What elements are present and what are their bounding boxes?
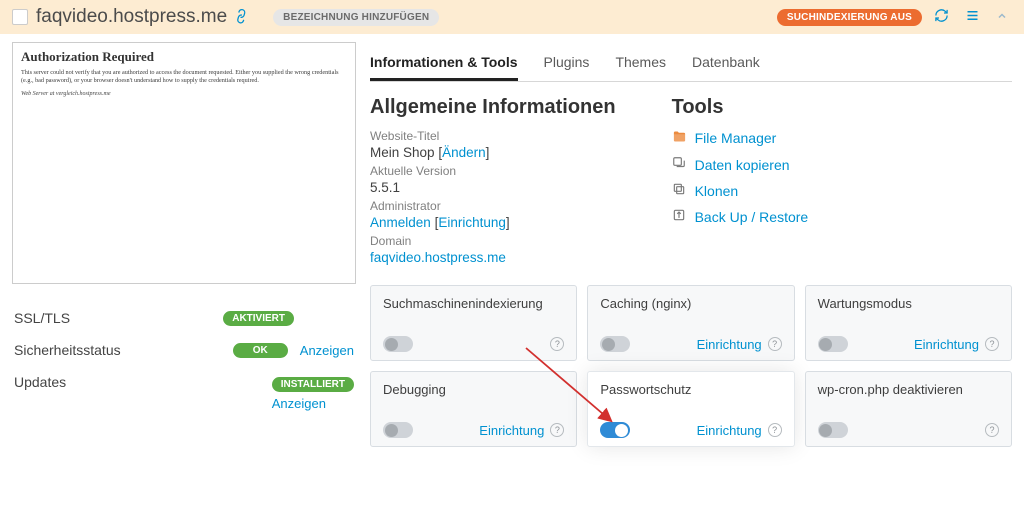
tile-toggle[interactable] — [818, 422, 848, 438]
site-domain-title: faqvideo.hostpress.me — [36, 6, 227, 28]
status-pill-ok: OK — [233, 343, 288, 358]
help-icon[interactable]: ? — [550, 337, 564, 351]
status-label: SSL/TLS — [14, 310, 223, 326]
help-icon[interactable]: ? — [768, 337, 782, 351]
tile-debugging: Debugging Einrichtung ? — [370, 371, 577, 447]
tile-title: wp-cron.php deaktivieren — [818, 382, 999, 397]
page-header: faqvideo.hostpress.me BEZEICHNUNG HINZUF… — [0, 0, 1024, 34]
clone-icon — [672, 182, 687, 199]
section-heading: Tools — [672, 96, 809, 119]
status-list: SSL/TLS AKTIVIERT Sicherheitsstatus OK A… — [12, 302, 356, 419]
tab-database[interactable]: Datenbank — [692, 46, 760, 81]
help-icon[interactable]: ? — [985, 337, 999, 351]
meta-value-domain: faqvideo.hostpress.me — [370, 250, 616, 265]
meta-value-admin: Anmelden [Einrichtung] — [370, 215, 616, 230]
tile-seo-indexing: Suchmaschinenindexierung ? — [370, 285, 577, 361]
tile-setup-link[interactable]: Einrichtung — [914, 337, 979, 352]
admin-login-link[interactable]: Anmelden — [370, 215, 431, 230]
preview-title: Authorization Required — [21, 49, 347, 65]
meta-label: Domain — [370, 234, 616, 248]
tile-title: Passwortschutz — [600, 382, 781, 397]
tool-copy-data[interactable]: Daten kopieren — [672, 156, 809, 173]
tile-title: Debugging — [383, 382, 564, 397]
open-site-icon[interactable] — [232, 6, 253, 28]
tile-setup-link[interactable]: Einrichtung — [697, 337, 762, 352]
change-title-link[interactable]: Ändern — [442, 145, 486, 160]
status-row-updates: Updates INSTALLIERT Anzeigen — [12, 366, 356, 419]
status-pill-active: AKTIVIERT — [223, 311, 294, 326]
refresh-icon[interactable] — [930, 8, 953, 26]
meta-value-site-title: Mein Shop [Ändern] — [370, 145, 616, 160]
tab-plugins[interactable]: Plugins — [544, 46, 590, 81]
tile-setup-link[interactable]: Einrichtung — [697, 423, 762, 438]
domain-link[interactable]: faqvideo.hostpress.me — [370, 250, 506, 265]
tile-wp-cron: wp-cron.php deaktivieren ? — [805, 371, 1012, 447]
tool-clone[interactable]: Klonen — [672, 182, 809, 199]
status-pill-installed: INSTALLIERT — [272, 377, 354, 392]
meta-label: Website-Titel — [370, 129, 616, 143]
add-label-button[interactable]: BEZEICHNUNG HINZUFÜGEN — [273, 9, 439, 26]
detail-tabs: Informationen & Tools Plugins Themes Dat… — [370, 42, 1012, 82]
status-view-link[interactable]: Anzeigen — [272, 396, 326, 411]
indexing-off-badge: SUCHINDEXIERUNG AUS — [777, 9, 922, 26]
tab-themes[interactable]: Themes — [615, 46, 666, 81]
tile-toggle[interactable] — [383, 336, 413, 352]
tile-title: Wartungsmodus — [818, 296, 999, 311]
preview-server-line: Web Server at vergleich.hostpress.me — [21, 91, 347, 97]
collapse-icon[interactable] — [992, 10, 1012, 25]
help-icon[interactable]: ? — [550, 423, 564, 437]
status-label: Sicherheitsstatus — [14, 342, 233, 358]
tile-toggle[interactable] — [383, 422, 413, 438]
tab-info-tools[interactable]: Informationen & Tools — [370, 46, 518, 81]
tile-maintenance: Wartungsmodus Einrichtung ? — [805, 285, 1012, 361]
site-preview-frame: Authorization Required This server could… — [12, 42, 356, 284]
status-row-ssl: SSL/TLS AKTIVIERT — [12, 302, 356, 334]
general-info-section: Allgemeine Informationen Website-Titel M… — [370, 96, 616, 269]
select-checkbox[interactable] — [12, 9, 28, 25]
help-icon[interactable]: ? — [768, 423, 782, 437]
help-icon[interactable]: ? — [985, 423, 999, 437]
copy-icon — [672, 156, 687, 173]
tile-toggle[interactable] — [600, 336, 630, 352]
preview-body: This server could not verify that you ar… — [21, 69, 347, 85]
section-heading: Allgemeine Informationen — [370, 96, 616, 119]
tile-setup-link[interactable]: Einrichtung — [479, 423, 544, 438]
tile-toggle[interactable] — [818, 336, 848, 352]
meta-label: Aktuelle Version — [370, 164, 616, 178]
tile-caching: Caching (nginx) Einrichtung ? — [587, 285, 794, 361]
status-row-security: Sicherheitsstatus OK Anzeigen — [12, 334, 356, 366]
meta-label: Administrator — [370, 199, 616, 213]
feature-tiles: Suchmaschinenindexierung ? Caching (ngin… — [370, 285, 1012, 447]
tools-section: Tools File Manager Daten kopieren — [672, 96, 809, 269]
tile-toggle[interactable] — [600, 422, 630, 438]
tile-password-protection: Passwortschutz Einrichtung ? — [587, 371, 794, 447]
tool-file-manager[interactable]: File Manager — [672, 129, 809, 147]
tile-title: Suchmaschinenindexierung — [383, 296, 564, 311]
menu-icon[interactable] — [961, 8, 984, 26]
meta-value-version: 5.5.1 — [370, 180, 616, 195]
tile-title: Caching (nginx) — [600, 296, 781, 311]
folder-icon — [672, 129, 687, 147]
tool-backup-restore[interactable]: Back Up / Restore — [672, 208, 809, 225]
admin-setup-link[interactable]: Einrichtung — [438, 215, 506, 230]
status-label: Updates — [14, 374, 272, 390]
backup-icon — [672, 208, 687, 225]
status-view-link[interactable]: Anzeigen — [300, 343, 354, 358]
